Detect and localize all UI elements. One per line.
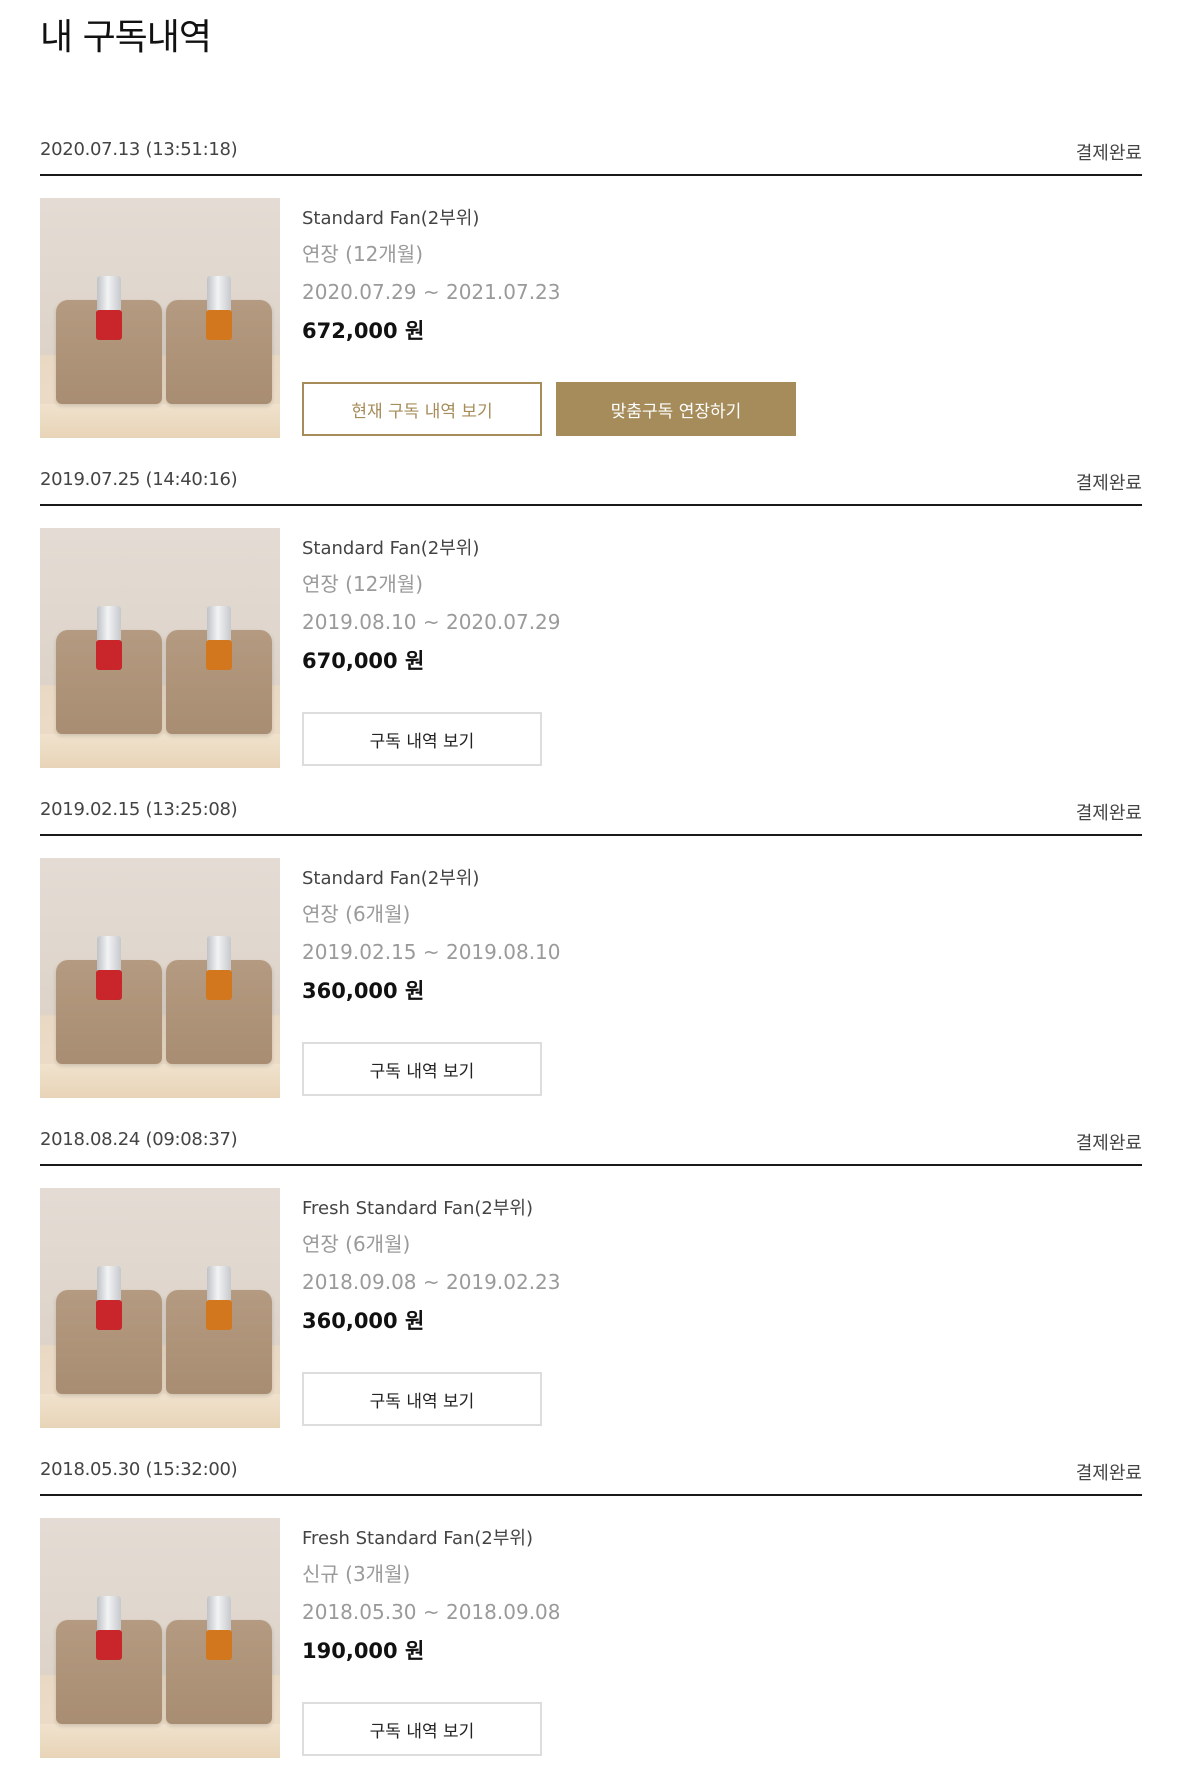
order-price: 360,000 원 bbox=[302, 979, 425, 1003]
order-date: 2019.07.25 (14:40:16) bbox=[40, 469, 238, 490]
order-header: 2019.07.25 (14:40:16) 결제완료 bbox=[40, 456, 1142, 506]
order-item: 2018.08.24 (09:08:37) 결제완료 Fresh Standar… bbox=[40, 1116, 1142, 1446]
order-actions: 현재 구독 내역 보기 맞춤구독 연장하기 bbox=[302, 382, 796, 436]
subscription-period: 2018.09.08 ~ 2019.02.23 bbox=[302, 1270, 561, 1294]
subscription-plan: 연장 (12개월) bbox=[302, 572, 424, 596]
order-info: Fresh Standard Fan(2부위) 연장 (6개월) 2018.09… bbox=[302, 1188, 1002, 1426]
order-actions: 구독 내역 보기 bbox=[302, 1702, 542, 1756]
order-price: 672,000 원 bbox=[302, 319, 425, 343]
product-name: Standard Fan(2부위) bbox=[302, 868, 480, 889]
pouch-tag-orange bbox=[206, 970, 232, 1000]
order-date: 2018.05.30 (15:32:00) bbox=[40, 1459, 238, 1480]
subscription-period: 2019.08.10 ~ 2020.07.29 bbox=[302, 610, 561, 634]
order-header: 2019.02.15 (13:25:08) 결제완료 bbox=[40, 786, 1142, 836]
pouch-tag-red bbox=[96, 1630, 122, 1660]
subscription-plan: 연장 (6개월) bbox=[302, 902, 411, 926]
subscription-plan: 연장 (6개월) bbox=[302, 1232, 411, 1256]
pouch-tag-orange bbox=[206, 1630, 232, 1660]
order-price: 190,000 원 bbox=[302, 1639, 425, 1663]
order-price: 670,000 원 bbox=[302, 649, 425, 673]
order-body: Fresh Standard Fan(2부위) 신규 (3개월) 2018.05… bbox=[40, 1496, 1142, 1776]
order-status: 결제완료 bbox=[1075, 1133, 1142, 1154]
product-thumbnail[interactable] bbox=[40, 1518, 280, 1758]
subscription-plan: 연장 (12개월) bbox=[302, 242, 424, 266]
order-info: Standard Fan(2부위) 연장 (12개월) 2020.07.29 ~… bbox=[302, 198, 1002, 436]
subscription-period: 2019.02.15 ~ 2019.08.10 bbox=[302, 940, 561, 964]
extend-subscription-button[interactable]: 맞춤구독 연장하기 bbox=[556, 382, 796, 436]
order-date: 2018.08.24 (09:08:37) bbox=[40, 1129, 238, 1150]
order-item: 2018.05.30 (15:32:00) 결제완료 Fresh Standar… bbox=[40, 1446, 1142, 1776]
product-thumbnail[interactable] bbox=[40, 1188, 280, 1428]
pouch-cap-left bbox=[97, 606, 121, 644]
order-item: 2019.07.25 (14:40:16) 결제완료 Standard Fan(… bbox=[40, 456, 1142, 786]
order-status: 결제완료 bbox=[1075, 803, 1142, 824]
thumbnail-shelf bbox=[40, 1724, 280, 1758]
pouch-tag-red bbox=[96, 970, 122, 1000]
product-name: Standard Fan(2부위) bbox=[302, 538, 480, 559]
order-date: 2020.07.13 (13:51:18) bbox=[40, 139, 238, 160]
order-price: 360,000 원 bbox=[302, 1309, 425, 1333]
pouch-cap-right bbox=[207, 936, 231, 974]
product-name: Standard Fan(2부위) bbox=[302, 208, 480, 229]
order-status: 결제완료 bbox=[1075, 473, 1142, 494]
view-subscription-button[interactable]: 구독 내역 보기 bbox=[302, 712, 542, 766]
order-body: Standard Fan(2부위) 연장 (12개월) 2019.08.10 ~… bbox=[40, 506, 1142, 786]
pouch-cap-right bbox=[207, 1596, 231, 1634]
product-name: Fresh Standard Fan(2부위) bbox=[302, 1198, 533, 1219]
order-body: Standard Fan(2부위) 연장 (12개월) 2020.07.29 ~… bbox=[40, 176, 1142, 456]
pouch-tag-red bbox=[96, 310, 122, 340]
order-actions: 구독 내역 보기 bbox=[302, 1042, 542, 1096]
product-thumbnail[interactable] bbox=[40, 528, 280, 768]
order-list: 2020.07.13 (13:51:18) 결제완료 Standard Fan(… bbox=[40, 126, 1142, 1776]
order-actions: 구독 내역 보기 bbox=[302, 712, 542, 766]
product-name: Fresh Standard Fan(2부위) bbox=[302, 1528, 533, 1549]
order-header: 2020.07.13 (13:51:18) 결제완료 bbox=[40, 126, 1142, 176]
order-item: 2019.02.15 (13:25:08) 결제완료 Standard Fan(… bbox=[40, 786, 1142, 1116]
order-item: 2020.07.13 (13:51:18) 결제완료 Standard Fan(… bbox=[40, 126, 1142, 456]
product-thumbnail[interactable] bbox=[40, 198, 280, 438]
order-date: 2019.02.15 (13:25:08) bbox=[40, 799, 238, 820]
thumbnail-shelf bbox=[40, 1394, 280, 1428]
order-body: Standard Fan(2부위) 연장 (6개월) 2019.02.15 ~ … bbox=[40, 836, 1142, 1116]
subscription-period: 2018.05.30 ~ 2018.09.08 bbox=[302, 1600, 561, 1624]
pouch-tag-orange bbox=[206, 640, 232, 670]
view-subscription-button[interactable]: 구독 내역 보기 bbox=[302, 1372, 542, 1426]
view-subscription-button[interactable]: 구독 내역 보기 bbox=[302, 1702, 542, 1756]
thumbnail-shelf bbox=[40, 734, 280, 768]
view-current-subscription-button[interactable]: 현재 구독 내역 보기 bbox=[302, 382, 542, 436]
page-title: 내 구독내역 bbox=[40, 17, 212, 58]
pouch-tag-orange bbox=[206, 1300, 232, 1330]
order-status: 결제완료 bbox=[1075, 143, 1142, 164]
pouch-tag-red bbox=[96, 640, 122, 670]
pouch-tag-orange bbox=[206, 310, 232, 340]
view-subscription-button[interactable]: 구독 내역 보기 bbox=[302, 1042, 542, 1096]
order-info: Fresh Standard Fan(2부위) 신규 (3개월) 2018.05… bbox=[302, 1518, 1002, 1756]
pouch-cap-right bbox=[207, 276, 231, 314]
pouch-cap-right bbox=[207, 606, 231, 644]
pouch-tag-red bbox=[96, 1300, 122, 1330]
order-body: Fresh Standard Fan(2부위) 연장 (6개월) 2018.09… bbox=[40, 1166, 1142, 1446]
pouch-cap-left bbox=[97, 1266, 121, 1304]
order-header: 2018.05.30 (15:32:00) 결제완료 bbox=[40, 1446, 1142, 1496]
pouch-cap-right bbox=[207, 1266, 231, 1304]
thumbnail-shelf bbox=[40, 1064, 280, 1098]
product-thumbnail[interactable] bbox=[40, 858, 280, 1098]
thumbnail-shelf bbox=[40, 404, 280, 438]
pouch-cap-left bbox=[97, 1596, 121, 1634]
order-info: Standard Fan(2부위) 연장 (6개월) 2019.02.15 ~ … bbox=[302, 858, 1002, 1096]
pouch-cap-left bbox=[97, 936, 121, 974]
subscription-plan: 신규 (3개월) bbox=[302, 1562, 411, 1586]
order-info: Standard Fan(2부위) 연장 (12개월) 2019.08.10 ~… bbox=[302, 528, 1002, 766]
pouch-cap-left bbox=[97, 276, 121, 314]
order-status: 결제완료 bbox=[1075, 1463, 1142, 1484]
subscription-period: 2020.07.29 ~ 2021.07.23 bbox=[302, 280, 561, 304]
order-actions: 구독 내역 보기 bbox=[302, 1372, 542, 1426]
order-header: 2018.08.24 (09:08:37) 결제완료 bbox=[40, 1116, 1142, 1166]
